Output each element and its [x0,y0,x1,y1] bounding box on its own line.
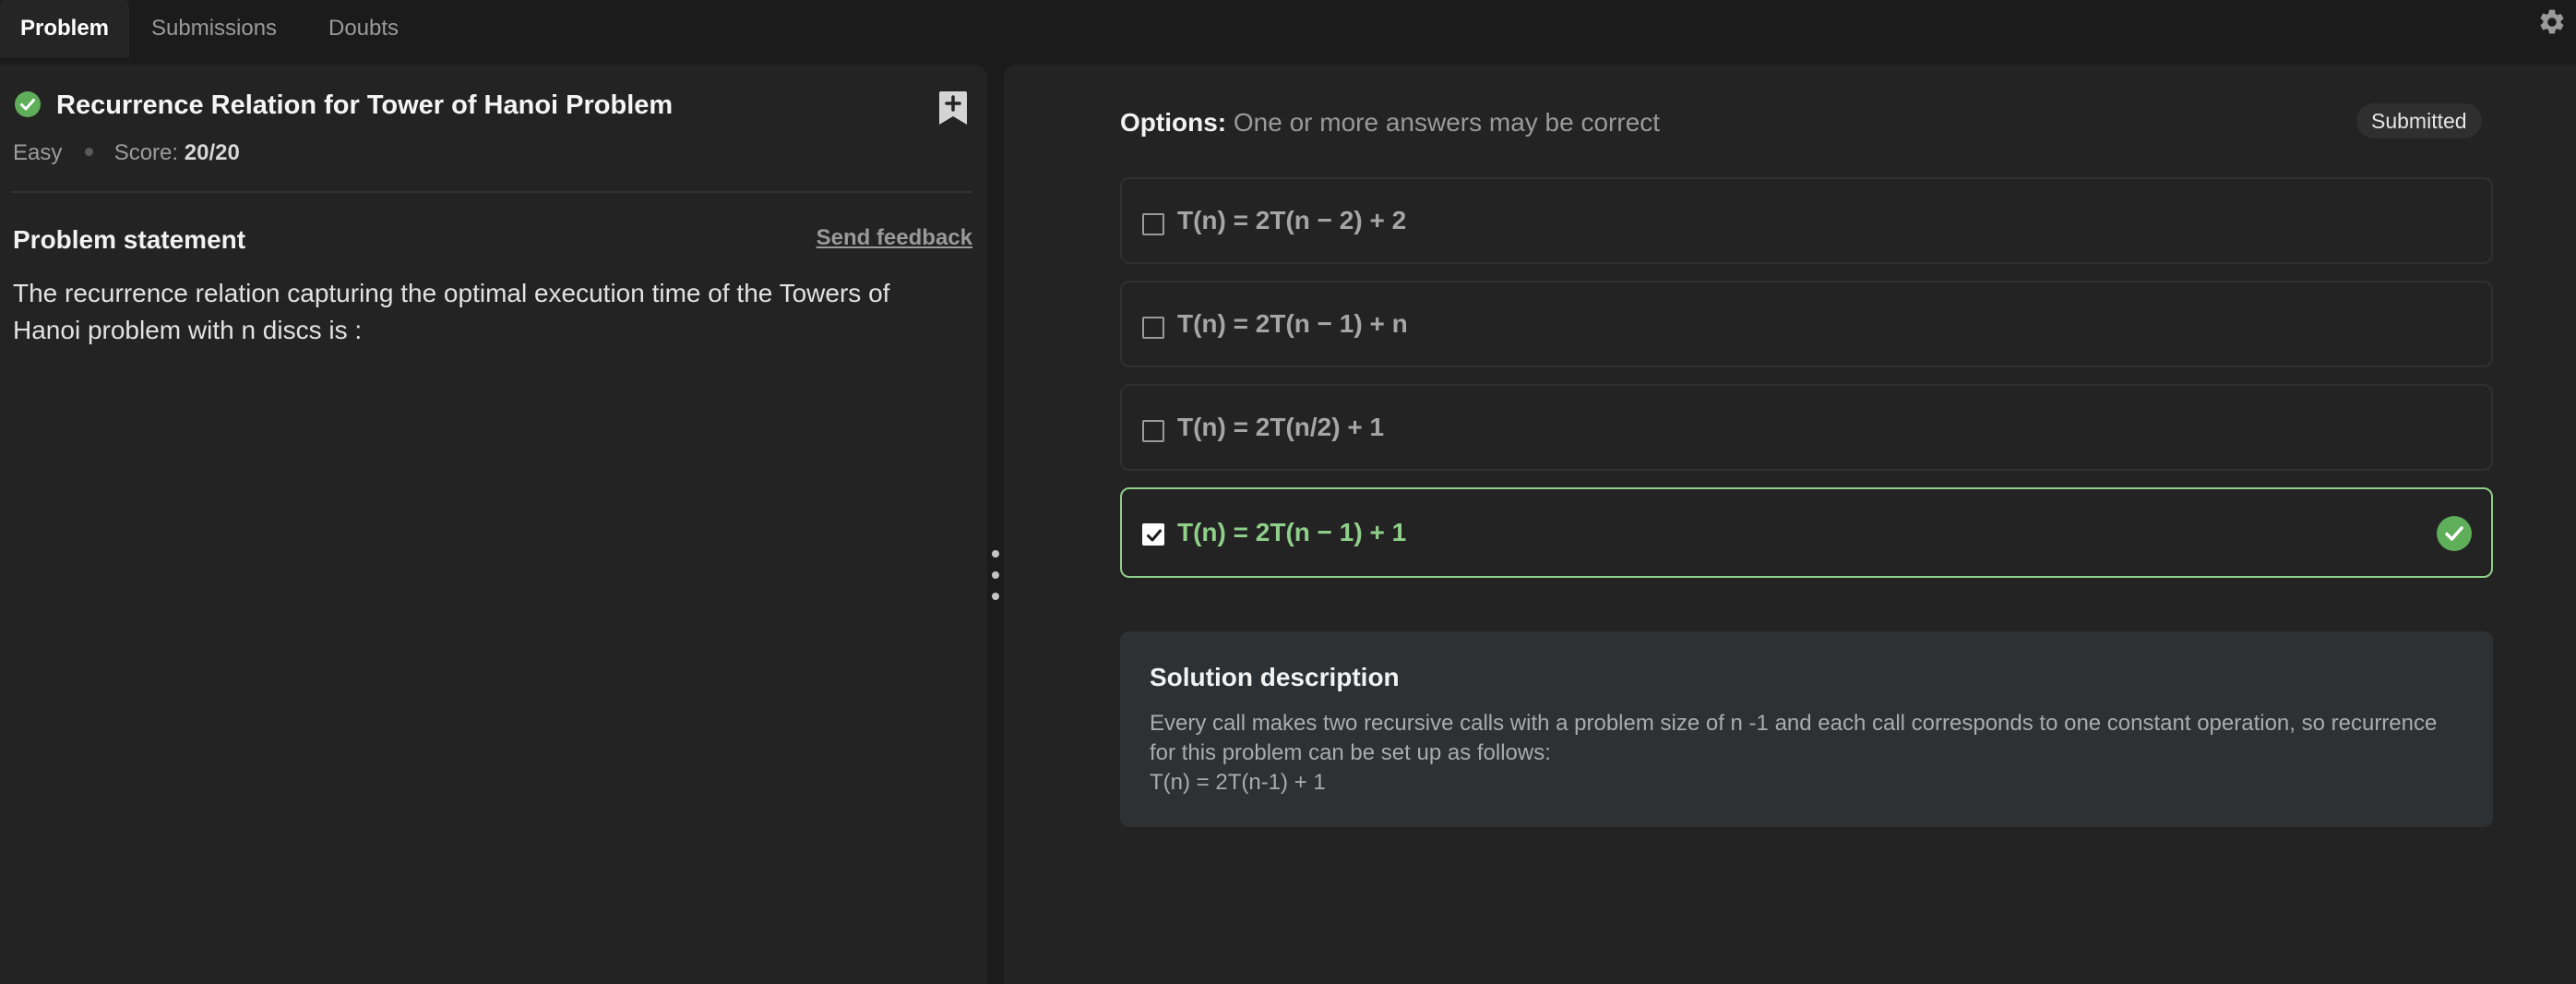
options-label: Options: [1120,108,1227,137]
option-1[interactable]: T(n) = 2T(n − 2) + 2 [1120,177,2493,264]
option-4[interactable]: T(n) = 2T(n − 1) + 1 [1120,487,2493,578]
check-circle-icon [14,90,42,118]
option-checkbox-checked[interactable] [1142,523,1164,546]
top-tab-bar: Problem Submissions Doubts [0,0,2576,57]
option-text: T(n) = 2T(n − 2) + 2 [1177,206,1407,234]
option-checkbox[interactable] [1142,420,1164,442]
check-circle-icon [2436,515,2473,552]
solution-title: Solution description [1150,663,1400,691]
send-feedback-link[interactable]: Send feedback [817,225,972,251]
option-checkbox[interactable] [1142,317,1164,339]
problem-panel: Recurrence Relation for Tower of Hanoi P… [0,65,987,984]
option-2[interactable]: T(n) = 2T(n − 1) + n [1120,281,2493,367]
difficulty-label: Easy [13,140,63,165]
option-text: T(n) = 2T(n/2) + 1 [1177,413,1385,441]
handle-dot [992,593,999,600]
option-3[interactable]: T(n) = 2T(n/2) + 1 [1120,384,2493,471]
gear-icon[interactable] [2537,7,2567,37]
bookmark-plus-icon[interactable] [937,90,969,126]
divider [11,191,972,193]
problem-statement-heading: Problem statement [13,225,246,254]
separator-dot [85,148,94,157]
tab-submissions[interactable]: Submissions [151,0,277,57]
problem-statement-text: The recurrence relation capturing the op… [13,279,890,344]
score-label: Score: [113,140,179,165]
solution-description-box: Solution description Every call makes tw… [1120,631,2493,827]
tab-doubts[interactable]: Doubts [328,0,399,57]
option-text: T(n) = 2T(n − 1) + n [1177,309,1408,338]
options-header: Options: One or more answers may be corr… [1120,108,1660,138]
solution-text: Every call makes two recursive calls wit… [1150,711,2438,765]
handle-dot [992,571,999,579]
status-badge: Submitted [2356,103,2482,138]
options-hint: One or more answers may be correct [1233,108,1661,137]
answer-panel: Options: One or more answers may be corr… [1004,65,2576,984]
panel-resize-handle[interactable] [987,545,1002,600]
solution-formula: T(n) = 2T(n-1) + 1 [1150,770,1326,795]
option-text: T(n) = 2T(n − 1) + 1 [1177,518,1407,546]
score-value: 20/20 [184,140,240,165]
problem-title: Recurrence Relation for Tower of Hanoi P… [56,90,674,120]
option-checkbox[interactable] [1142,213,1164,235]
problem-meta: Easy Score: 20/20 [13,140,240,166]
handle-dot [992,550,999,558]
tab-problem[interactable]: Problem [0,0,130,57]
